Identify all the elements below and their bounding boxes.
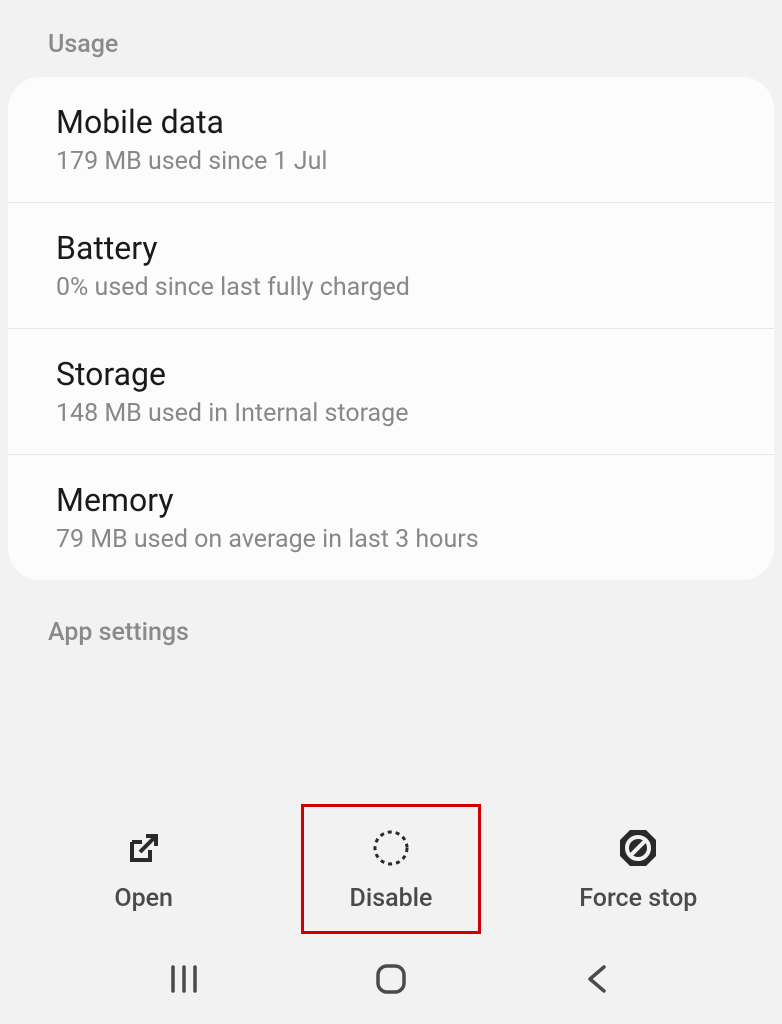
item-subtitle: 148 MB used in Internal storage xyxy=(56,399,726,428)
back-icon xyxy=(580,961,616,997)
mobile-data-item[interactable]: Mobile data 179 MB used since 1 Jul xyxy=(8,77,774,203)
memory-item[interactable]: Memory 79 MB used on average in last 3 h… xyxy=(8,455,774,580)
navigation-bar xyxy=(0,934,782,1024)
action-bar: Open Disable Force stop xyxy=(0,804,782,934)
force-stop-icon xyxy=(616,826,660,870)
battery-item[interactable]: Battery 0% used since last fully charged xyxy=(8,203,774,329)
usage-card: Mobile data 179 MB used since 1 Jul Batt… xyxy=(8,77,774,580)
disable-button[interactable]: Disable xyxy=(301,804,481,934)
recents-icon xyxy=(166,961,202,997)
home-button[interactable] xyxy=(361,949,421,1009)
action-label: Open xyxy=(114,884,173,913)
item-title: Battery xyxy=(56,229,726,267)
storage-item[interactable]: Storage 148 MB used in Internal storage xyxy=(8,329,774,455)
force-stop-button[interactable]: Force stop xyxy=(548,804,728,934)
item-title: Mobile data xyxy=(56,103,726,141)
app-settings-section-header: App settings xyxy=(0,580,782,647)
disable-icon xyxy=(369,826,413,870)
home-icon xyxy=(371,959,411,999)
recents-button[interactable] xyxy=(154,949,214,1009)
open-icon xyxy=(122,826,166,870)
usage-section-header: Usage xyxy=(0,0,782,77)
back-button[interactable] xyxy=(568,949,628,1009)
open-button[interactable]: Open xyxy=(54,804,234,934)
action-label: Disable xyxy=(350,884,433,913)
item-subtitle: 79 MB used on average in last 3 hours xyxy=(56,525,726,554)
action-label: Force stop xyxy=(579,884,697,913)
item-subtitle: 179 MB used since 1 Jul xyxy=(56,147,726,176)
item-title: Memory xyxy=(56,481,726,519)
item-subtitle: 0% used since last fully charged xyxy=(56,273,726,302)
item-title: Storage xyxy=(56,355,726,393)
